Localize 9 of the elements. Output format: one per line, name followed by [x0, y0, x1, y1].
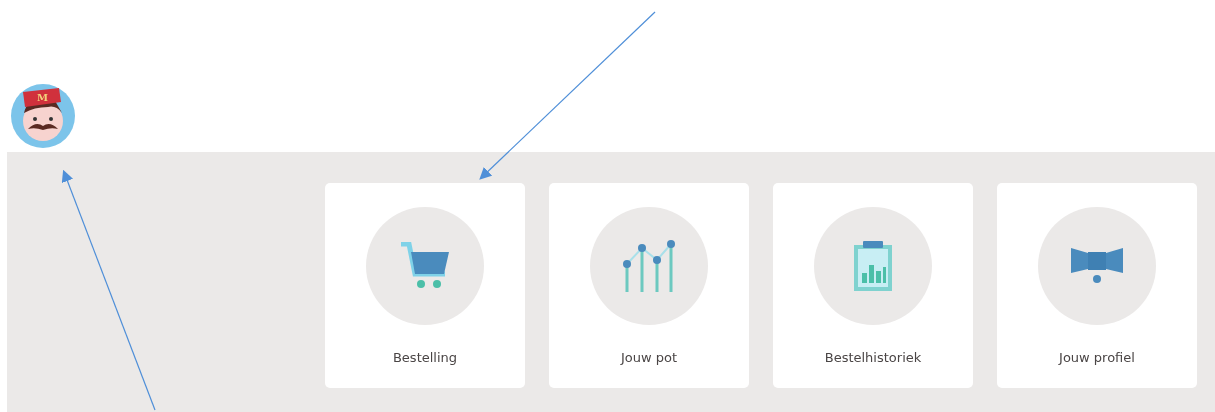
bow-tie-icon: [1071, 247, 1123, 285]
menu-tile[interactable]: Bestelling: [325, 183, 525, 388]
line-chart-icon: [623, 240, 675, 292]
mascot-avatar: M: [10, 83, 76, 149]
menu-tile[interactable]: Bestelhistoriek: [773, 183, 973, 388]
menu-tile[interactable]: Jouw pot: [549, 183, 749, 388]
clipboard-chart-icon: [853, 240, 893, 292]
menu-tile[interactable]: Jouw profiel: [997, 183, 1197, 388]
shopping-cart-icon: [399, 242, 451, 290]
